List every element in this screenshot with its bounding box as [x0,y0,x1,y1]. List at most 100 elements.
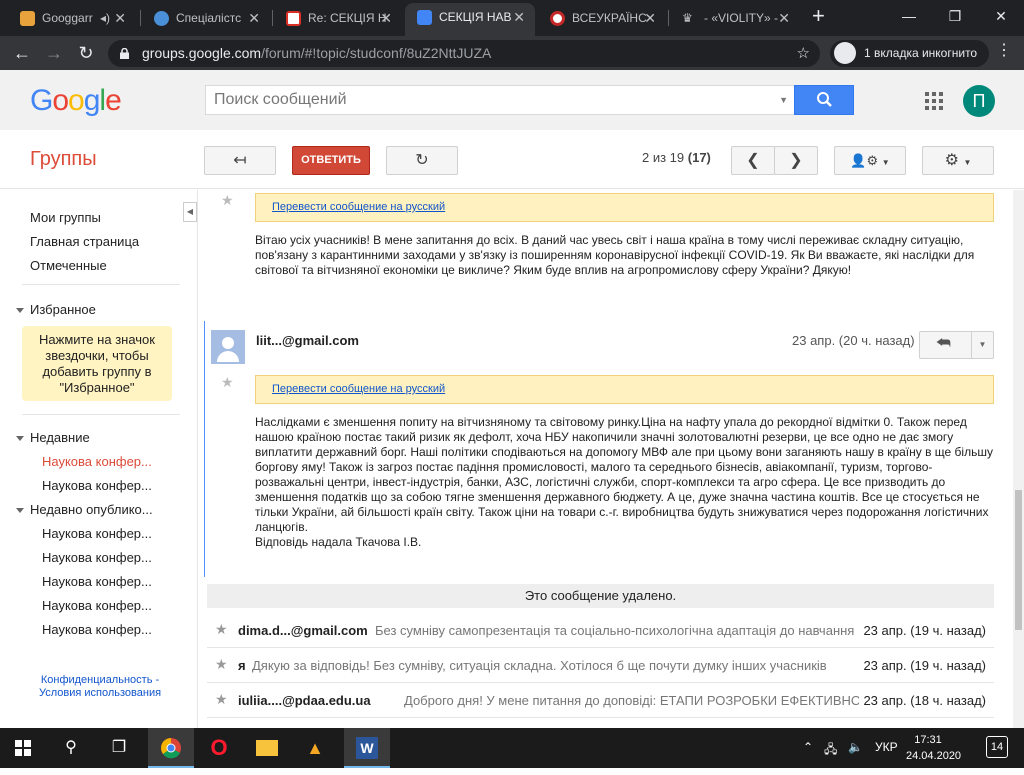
row-date: 23 апр. (18 ч. назад) [863,693,986,708]
star-icon[interactable]: ★ [215,621,228,638]
new-tab-button[interactable]: + [812,3,825,29]
prev-topic-button[interactable]: ❮ [731,146,775,175]
star-icon[interactable]: ★ [221,374,234,391]
row-author: iuliia....@pdaa.edu.ua [238,693,371,708]
tab-label: - «VIOLITY» - [704,11,779,25]
gmail-icon [286,11,301,26]
back-to-topics-button[interactable]: ↤ [204,146,276,175]
browser-menu-icon[interactable]: ⋮ [996,40,1012,60]
sidebar-published-item[interactable]: Наукова конфер... [42,598,162,613]
notification-count-badge: 14 [986,736,1008,758]
back-button[interactable]: ← [8,39,36,67]
star-icon[interactable]: ★ [215,691,228,708]
incognito-icon [834,42,856,64]
sidebar-published-item[interactable]: Наукова конфер... [42,526,162,541]
refresh-button[interactable]: ↻ [386,146,458,175]
start-button[interactable] [0,728,46,768]
chrome-taskbar-icon[interactable] [148,728,194,768]
more-options-icon[interactable]: ▼ [971,332,993,358]
favorites-section-toggle[interactable]: Избранное [16,302,96,317]
collapse-sidebar-button[interactable]: ◀ [183,202,197,222]
search-input[interactable]: Поиск сообщений ▼ [205,85,795,115]
google-header: Google Поиск сообщений ▼ П [0,70,1024,130]
page-scrollbar[interactable] [1013,190,1024,728]
sidebar-published-item[interactable]: Наукова конфер... [42,622,162,637]
message-author[interactable]: liit...@gmail.com [256,333,359,348]
reply-button[interactable]: ОТВЕТИТЬ [292,146,370,175]
member-settings-button[interactable]: 👤⚙ ▼ [834,146,906,175]
browser-tab-active[interactable]: СЕКЦІЯ НАВ ✕ [405,3,535,36]
published-label: Недавно опублико... [30,502,153,517]
star-icon[interactable]: ★ [221,192,234,209]
close-tab-icon[interactable]: ✕ [644,4,656,32]
translate-banner: Перевести сообщение на русский [255,193,994,222]
sidebar-published-item[interactable]: Наукова конфер... [42,574,162,589]
sidebar-item-starred[interactable]: Отмеченные [30,258,107,273]
search-icon[interactable]: ⚲ [48,728,94,768]
settings-button[interactable]: ⚙ ▼ [922,146,994,175]
browser-tab[interactable]: Googgarr ◂) ✕ [8,4,136,32]
apps-grid-icon[interactable] [925,92,943,110]
translate-banner: Перевести сообщение на русский [255,375,994,404]
pager-info: 2 из 19 (17) [642,150,711,165]
close-window-button[interactable]: ✕ [978,0,1024,36]
groups-title[interactable]: Группы [30,148,97,171]
browser-tab[interactable]: Re: СЕКЦІЯ Н ✕ [274,4,402,32]
site-icon [550,11,565,26]
audio-icon[interactable]: ◂) [100,4,110,32]
browser-tab[interactable]: Спеціалістс ✕ [142,4,270,32]
search-options-icon[interactable]: ▼ [779,86,788,114]
close-tab-icon[interactable]: ✕ [513,3,525,32]
minimize-button[interactable]: — [886,0,932,36]
message-row[interactable]: ★ я Дякую за відповідь! Без сумніву, сит… [207,648,994,683]
reload-button[interactable]: ↻ [72,39,100,67]
close-tab-icon[interactable]: ✕ [248,4,260,32]
restore-button[interactable]: ❐ [932,0,978,36]
recent-section-toggle[interactable]: Недавние [16,430,90,445]
word-taskbar-icon[interactable]: W [344,728,390,768]
translate-link[interactable]: Перевести сообщение на русский [272,201,445,213]
sidebar-item-my-groups[interactable]: Мои группы [30,210,101,225]
notifications-button[interactable]: 14 [986,736,1008,758]
clock[interactable]: 17:31 24.04.2020 [906,732,961,764]
address-bar[interactable]: groups.google.com/forum/#!topic/studconf… [108,40,820,67]
chevron-up-icon[interactable]: ⌃ [803,740,813,754]
close-tab-icon[interactable]: ✕ [778,4,790,32]
published-section-toggle[interactable]: Недавно опублико... [16,502,153,517]
sidebar-item-home[interactable]: Главная страница [30,234,139,249]
star-icon[interactable]: ★ [215,656,228,673]
search-button[interactable] [794,85,854,115]
sidebar-recent-item[interactable]: Наукова конфер... [42,454,162,469]
file-explorer-taskbar-icon[interactable] [244,728,290,768]
browser-tab[interactable]: ВСЕУКРАЇНС ✕ [538,4,666,32]
task-view-icon[interactable]: ❐ [96,728,142,768]
divider [22,414,180,415]
google-logo[interactable]: Google [30,84,122,118]
close-tab-icon[interactable]: ✕ [380,4,392,32]
favorites-hint: Нажмите на значок звездочки, чтобы добав… [22,326,172,401]
message-row[interactable]: ★ dima.d...@gmail.com Без сумніву самопр… [207,613,994,648]
language-indicator[interactable]: УКР [875,740,898,754]
sidebar-recent-item[interactable]: Наукова конфер... [42,478,162,493]
message-row[interactable]: ★ iuliia....@pdaa.edu.ua Доброго дня! У … [207,683,994,718]
incognito-badge[interactable]: 1 вкладка инкогнито [830,40,990,67]
forward-button[interactable]: → [40,39,68,67]
volume-mute-icon[interactable]: 🔈 [848,740,863,754]
translate-link[interactable]: Перевести сообщение на русский [272,383,445,395]
account-avatar[interactable]: П [963,85,995,117]
network-icon[interactable]: 🖧 [824,740,837,761]
bookmark-star-icon[interactable]: ☆ [797,40,810,67]
privacy-terms-link[interactable]: Конфиденциальность - Условия использован… [30,674,170,700]
person-gear-icon: 👤⚙ [850,153,879,168]
crown-icon: ♛ [682,11,693,25]
app-taskbar-icon[interactable]: ▲ [292,728,338,768]
browser-tab[interactable]: ♛ - «VIOLITY» - ✕ [670,4,800,32]
next-topic-button[interactable]: ❯ [774,146,818,175]
message-body: Вітаю усіх учасників! В мене запитання д… [255,233,975,277]
opera-taskbar-icon[interactable]: O [196,728,242,768]
scrollbar-thumb[interactable] [1015,490,1022,630]
reply-to-author-button[interactable]: ⮪ ▼ [919,331,994,359]
sidebar-published-item[interactable]: Наукова конфер... [42,550,162,565]
tab-label: СЕКЦІЯ НАВ [439,10,512,24]
close-tab-icon[interactable]: ✕ [114,4,126,32]
